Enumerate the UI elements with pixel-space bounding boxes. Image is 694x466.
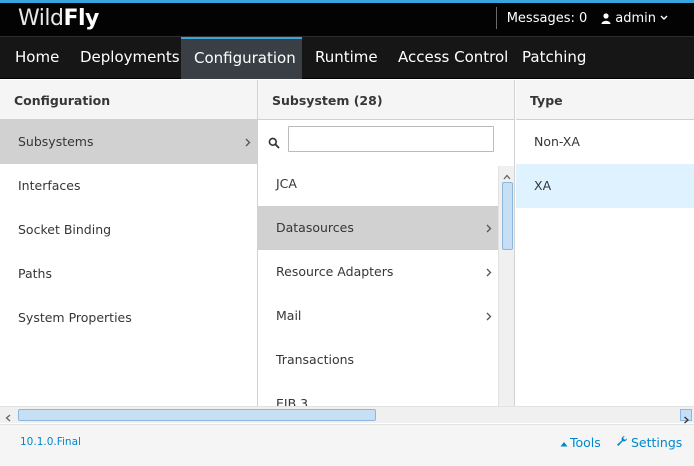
subsystem-item-jca[interactable]: JCA [258, 162, 498, 206]
subsystem-column: Subsystem (28) JCA Datasources Resource … [258, 80, 515, 406]
config-item-label: System Properties [18, 310, 132, 325]
subsystem-item-label: Resource Adapters [276, 264, 394, 279]
nav-access-control[interactable]: Access Control [385, 37, 509, 79]
horizontal-scrollbar[interactable] [0, 406, 694, 424]
main-navigation: Home Deployments Configuration Runtime A… [0, 36, 694, 79]
user-menu[interactable]: admin [601, 11, 668, 26]
nav-configuration[interactable]: Configuration [181, 37, 302, 79]
chevron-right-icon [486, 206, 492, 250]
caret-up-icon [560, 435, 568, 450]
type-item-xa[interactable]: XA [516, 164, 694, 208]
chevron-right-icon [245, 120, 251, 164]
wildfly-logo[interactable]: WildFly [18, 6, 99, 32]
user-icon [601, 12, 611, 24]
subsystem-item-ejb3[interactable]: EJB 3 [258, 382, 498, 406]
search-icon [268, 134, 280, 153]
subsystem-item-datasources[interactable]: Datasources [258, 206, 498, 250]
subsystem-item-mail[interactable]: Mail [258, 294, 498, 338]
footer: 10.1.0.Final Tools Settings [0, 424, 694, 466]
nav-deployments[interactable]: Deployments [67, 37, 181, 79]
version-label[interactable]: 10.1.0.Final [20, 436, 81, 448]
subsystem-item-transactions[interactable]: Transactions [258, 338, 498, 382]
masthead: WildFly Messages: 0 admin [0, 0, 694, 36]
config-item-label: Paths [18, 266, 52, 281]
configuration-column: Configuration Subsystems Interfaces Sock… [0, 80, 258, 406]
tools-button[interactable]: Tools [560, 435, 601, 450]
scroll-up-icon[interactable] [501, 168, 513, 180]
subsystem-item-label: Mail [276, 308, 302, 323]
subsystem-item-resource-adapters[interactable]: Resource Adapters [258, 250, 498, 294]
logo-wild-text: Wild [18, 6, 64, 31]
type-item-label: XA [534, 178, 552, 193]
scroll-right-icon[interactable] [680, 409, 692, 424]
subsystem-item-label: Datasources [276, 220, 354, 235]
subsystem-vertical-scrollbar[interactable] [498, 166, 514, 406]
subsystem-item-label: JCA [276, 176, 297, 191]
chevron-down-icon [660, 15, 668, 21]
nav-patching[interactable]: Patching [509, 37, 599, 79]
config-item-socket-binding[interactable]: Socket Binding [0, 208, 257, 252]
subsystem-column-header: Subsystem (28) [258, 80, 514, 120]
type-column: Type Non-XA XA [516, 80, 694, 406]
chevron-right-icon [486, 250, 492, 294]
chevron-right-icon [486, 294, 492, 338]
nav-runtime[interactable]: Runtime [302, 37, 385, 79]
settings-label: Settings [631, 435, 683, 450]
type-column-header: Type [516, 80, 694, 120]
user-name: admin [615, 10, 656, 26]
nav-home[interactable]: Home [0, 37, 67, 79]
logo-fly-text: Fly [63, 6, 99, 31]
type-item-label: Non-XA [534, 134, 580, 149]
config-item-interfaces[interactable]: Interfaces [0, 164, 257, 208]
config-item-paths[interactable]: Paths [0, 252, 257, 296]
messages-link[interactable]: Messages: 0 [507, 11, 588, 26]
header-utilities: Messages: 0 admin [495, 6, 668, 30]
config-item-system-properties[interactable]: System Properties [0, 296, 257, 340]
config-item-label: Subsystems [18, 134, 94, 149]
subsystem-filter-input[interactable] [288, 126, 494, 152]
header-divider [495, 7, 497, 29]
config-item-label: Interfaces [18, 178, 81, 193]
tools-label: Tools [570, 435, 601, 450]
config-item-label: Socket Binding [18, 222, 112, 237]
config-item-subsystems[interactable]: Subsystems [0, 120, 257, 164]
wrench-icon [616, 435, 628, 450]
scroll-left-icon[interactable] [2, 409, 14, 422]
subsystem-item-label: EJB 3 [276, 396, 309, 406]
horizontal-scroll-thumb[interactable] [18, 409, 376, 421]
settings-button[interactable]: Settings [616, 435, 682, 450]
subsystem-filter [258, 120, 514, 162]
configuration-column-header: Configuration [0, 80, 257, 120]
vertical-scroll-thumb[interactable] [502, 182, 513, 250]
type-item-non-xa[interactable]: Non-XA [516, 120, 694, 164]
subsystem-item-label: Transactions [276, 352, 355, 367]
